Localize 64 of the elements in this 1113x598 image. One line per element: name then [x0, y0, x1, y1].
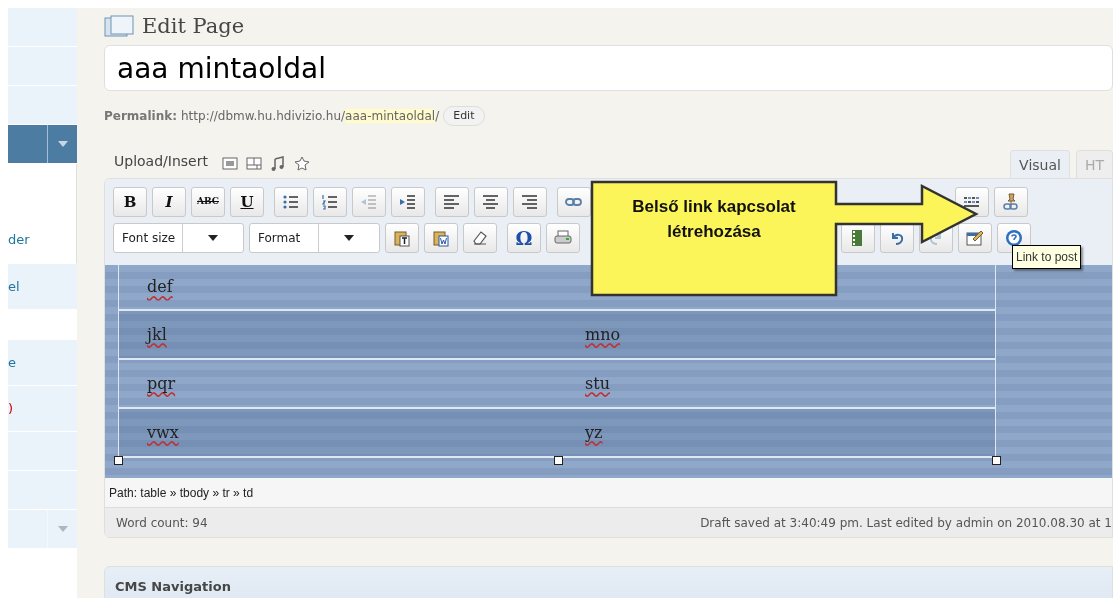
toolbar-button[interactable] [274, 187, 308, 217]
underline-button[interactable]: U [230, 187, 264, 217]
table-cell: yz [585, 422, 603, 442]
bullet-list-icon [282, 193, 300, 211]
menu-item[interactable]: el [8, 264, 77, 310]
toolbar-button[interactable] [513, 187, 547, 217]
strikethrough-button[interactable]: ABC [191, 187, 225, 217]
table-cell: pqr [147, 373, 176, 393]
italic-button[interactable]: I [152, 187, 186, 217]
toolbar-button[interactable] [958, 223, 992, 253]
caret-icon [208, 235, 218, 241]
dropdown[interactable]: Format [249, 223, 380, 253]
align-center-icon [482, 193, 500, 211]
bold-button[interactable]: B [113, 187, 147, 217]
menu-item[interactable]: ) [8, 386, 77, 432]
printer-icon [554, 229, 572, 247]
table-cell: mno [585, 324, 621, 344]
align-left-icon [443, 193, 461, 211]
draft-status: Draft saved at 3:40:49 pm. Last edited by admin on 2010.08.30 at 1 [700, 514, 1112, 532]
dropdown[interactable]: Font size [113, 223, 244, 253]
clipboard-document-icon [432, 229, 450, 247]
toolbar-button[interactable] [391, 187, 425, 217]
page-icon [104, 14, 134, 39]
toolbar-button[interactable] [313, 187, 347, 217]
toolbar-button[interactable] [435, 187, 469, 217]
table-cell: stu [585, 373, 610, 393]
toolbar-button[interactable] [841, 223, 875, 253]
caret-icon [344, 235, 354, 241]
indent-icon [399, 193, 417, 211]
resize-handle[interactable] [554, 456, 563, 465]
toolbar-button[interactable] [474, 187, 508, 217]
resize-handle[interactable] [992, 456, 1001, 465]
menu-section[interactable] [8, 125, 77, 164]
upload-label: Upload/Insert [114, 152, 208, 171]
align-right-icon [521, 193, 539, 211]
table-cell: def [147, 277, 173, 296]
resize-handle[interactable] [114, 456, 123, 465]
callout-text: Belső link kapcsolat létrehozása [631, 196, 797, 243]
music-icon[interactable] [269, 156, 286, 171]
editor-tab[interactable]: Visual [1010, 150, 1070, 178]
toolbar-button[interactable] [880, 223, 914, 253]
numbered-list-icon [321, 193, 339, 211]
properties-icon [966, 229, 984, 247]
caret-icon [57, 526, 68, 532]
gallery-icon[interactable] [245, 156, 262, 171]
special-character-button[interactable]: Ω [507, 223, 541, 253]
pin-link-icon [1002, 193, 1020, 211]
outdent-icon [360, 193, 378, 211]
edit-button[interactable]: Edit [443, 105, 485, 127]
eraser-icon [471, 229, 489, 247]
page-heading: Edit Page [142, 12, 245, 40]
permalink-text: Permalink: http://dbmw.hu.hdivizio.hu/aaa-mintaoldal/ [104, 108, 440, 125]
help-icon [1005, 229, 1023, 247]
table-cell: jkl [147, 324, 167, 344]
word-count: Word count: 94 [116, 514, 208, 532]
caret-icon [57, 141, 68, 147]
image-icon[interactable] [221, 156, 238, 171]
menu-item[interactable]: e [8, 340, 77, 386]
tooltip: Link to post [1012, 245, 1082, 269]
clipboard-text-icon [393, 229, 411, 247]
star-icon[interactable] [293, 156, 310, 171]
title-field[interactable]: aaa mintaoldal [104, 45, 1113, 91]
table-cell: vwx [147, 422, 179, 442]
cms-navigation-panel: CMS Navigation [104, 566, 1113, 598]
